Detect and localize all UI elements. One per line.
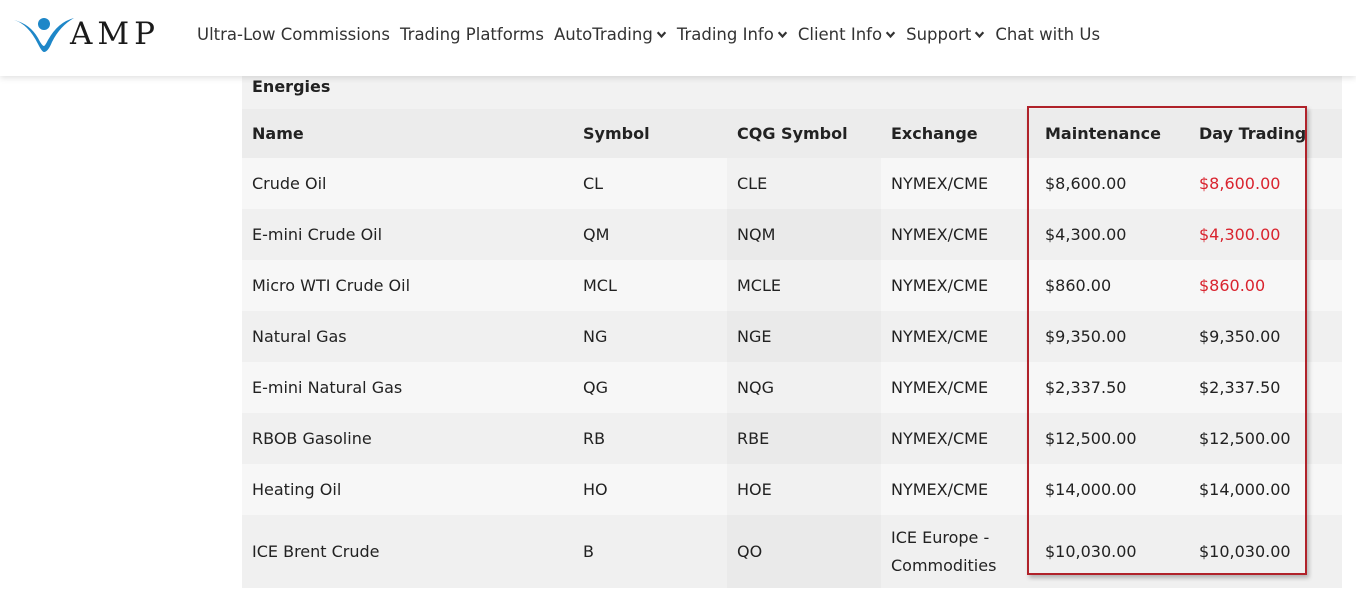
header-maintenance: Maintenance [1045, 124, 1162, 143]
cell-cqg-symbol: NQG [727, 362, 881, 413]
chevron-down-icon [777, 31, 788, 39]
table-row: Crude Oil CL CLE NYMEX/CME $8,600.00 $8,… [242, 158, 1342, 209]
margins-table: Energies Name Symbol CQG Symbol Exchange… [242, 76, 1342, 588]
cell-name: Natural Gas [252, 327, 347, 346]
cell-name: RBOB Gasoline [252, 429, 372, 448]
cell-symbol: QG [583, 378, 608, 397]
table-row: RBOB Gasoline RB RBE NYMEX/CME $12,500.0… [242, 413, 1342, 464]
cell-symbol: RB [583, 429, 606, 448]
table-row: Micro WTI Crude Oil MCL MCLE NYMEX/CME $… [242, 260, 1342, 311]
chevron-down-icon [975, 31, 985, 39]
cell-day-trading: $9,350.00 [1199, 327, 1281, 346]
nav-client-info[interactable]: Client Info [798, 25, 896, 44]
header-name: Name [252, 124, 304, 143]
cell-exchange: ICE Europe - Commodities [881, 515, 1035, 588]
cell-name: Micro WTI Crude Oil [252, 276, 411, 295]
cell-exchange: NYMEX/CME [891, 428, 989, 448]
table-row: E-mini Crude Oil QM NQM NYMEX/CME $4,300… [242, 209, 1342, 260]
cell-maintenance: $2,337.50 [1045, 378, 1127, 397]
cell-day-trading: $860.00 [1199, 276, 1266, 295]
cell-maintenance: $10,030.00 [1045, 542, 1137, 561]
table-header-row: Name Symbol CQG Symbol Exchange Maintena… [242, 109, 1342, 158]
nav-chat-with-us[interactable]: Chat with Us [995, 25, 1100, 44]
nav-autotrading[interactable]: AutoTrading [554, 25, 667, 44]
cell-symbol: QM [583, 225, 610, 244]
cell-day-trading: $14,000.00 [1199, 480, 1291, 499]
cell-symbol: NG [583, 327, 608, 346]
cell-symbol: B [583, 542, 594, 561]
cell-name: ICE Brent Crude [252, 542, 380, 561]
chevron-down-icon [656, 31, 666, 39]
cell-maintenance: $14,000.00 [1045, 480, 1137, 499]
cell-name: E-mini Natural Gas [252, 378, 403, 397]
cell-day-trading: $10,030.00 [1199, 542, 1291, 561]
nav-ultra-low-commissions[interactable]: Ultra-Low Commissions [197, 25, 390, 44]
cell-name: E-mini Crude Oil [252, 225, 383, 244]
nav-trading-info[interactable]: Trading Info [677, 25, 788, 44]
cell-name: Heating Oil [252, 480, 342, 499]
cell-cqg-symbol: MCLE [727, 260, 881, 311]
cell-day-trading: $12,500.00 [1199, 429, 1291, 448]
table-row: E-mini Natural Gas QG NQG NYMEX/CME $2,3… [242, 362, 1342, 413]
nav-support[interactable]: Support [906, 25, 985, 44]
cell-cqg-symbol: HOE [727, 464, 881, 515]
table-row: Natural Gas NG NGE NYMEX/CME $9,350.00 $… [242, 311, 1342, 362]
chevron-down-icon [885, 31, 896, 39]
cell-exchange-line: Commodities [891, 555, 997, 575]
cell-exchange: NYMEX/CME [891, 173, 989, 193]
cell-cqg-symbol: NGE [727, 311, 881, 362]
amp-logo[interactable]: AMP [14, 14, 159, 56]
cell-symbol: CL [583, 174, 604, 193]
main-nav: Ultra-Low Commissions Trading Platforms … [197, 25, 1110, 44]
cell-cqg-symbol: CLE [727, 158, 881, 209]
nav-trading-platforms[interactable]: Trading Platforms [400, 25, 544, 44]
cell-day-trading: $8,600.00 [1199, 174, 1281, 193]
cell-maintenance: $8,600.00 [1045, 174, 1127, 193]
cell-symbol: MCL [583, 276, 617, 295]
header-exchange: Exchange [891, 123, 978, 143]
cell-exchange: NYMEX/CME [891, 224, 989, 244]
cell-exchange: NYMEX/CME [891, 479, 989, 499]
amp-logo-icon [14, 18, 74, 52]
cell-name: Crude Oil [252, 174, 327, 193]
header-day-trading: Day Trading [1199, 124, 1307, 143]
table-row: Heating Oil HO HOE NYMEX/CME $14,000.00 … [242, 464, 1342, 515]
cell-exchange-line: ICE Europe - [891, 527, 990, 547]
cell-exchange: NYMEX/CME [891, 275, 989, 295]
cell-exchange: NYMEX/CME [891, 326, 989, 346]
cell-maintenance: $12,500.00 [1045, 429, 1137, 448]
cell-cqg-symbol: NQM [727, 209, 881, 260]
cell-cqg-symbol: QO [727, 515, 881, 588]
table-row: ICE Brent Crude B QO ICE Europe - Commod… [242, 515, 1342, 588]
header-symbol: Symbol [583, 124, 650, 143]
top-navigation-bar: AMP Ultra-Low Commissions Trading Platfo… [0, 0, 1356, 76]
cell-maintenance: $9,350.00 [1045, 327, 1127, 346]
cell-day-trading: $2,337.50 [1199, 378, 1281, 397]
cell-maintenance: $4,300.00 [1045, 225, 1127, 244]
header-cqg-symbol: CQG Symbol [737, 124, 848, 143]
cell-exchange: NYMEX/CME [891, 377, 989, 397]
cell-cqg-symbol: RBE [727, 413, 881, 464]
cell-day-trading: $4,300.00 [1199, 225, 1281, 244]
cell-maintenance: $860.00 [1045, 276, 1112, 295]
section-title: Energies [242, 76, 1342, 109]
cell-symbol: HO [583, 480, 608, 499]
logo-text: AMP [70, 16, 160, 52]
